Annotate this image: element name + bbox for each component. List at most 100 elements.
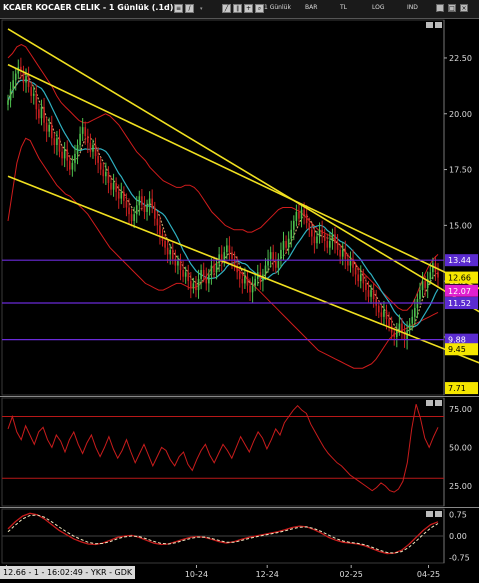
candle-body [117, 191, 120, 199]
candle-body [370, 290, 372, 297]
candle-body [339, 249, 341, 257]
candle-body [192, 283, 195, 288]
candle-body [159, 225, 161, 235]
candle-body [282, 240, 285, 250]
candle-body [226, 245, 228, 253]
candle-body [429, 272, 432, 279]
candle-body [53, 138, 56, 145]
candle-body [74, 153, 76, 163]
panel-settings-icon [426, 22, 433, 28]
candle-body [169, 249, 172, 255]
candle-body [419, 290, 421, 300]
candle-body [238, 272, 241, 279]
candle-body [133, 214, 135, 221]
osc-tick-label: 0.00 [449, 532, 467, 541]
osc-tick-label: 0.75 [449, 511, 467, 520]
candle-body [61, 151, 63, 159]
candle-body [311, 229, 313, 237]
candle-body [313, 236, 316, 244]
candle-body [298, 211, 300, 219]
candle-body [50, 124, 53, 139]
candle-body [14, 73, 17, 81]
candle-body [437, 272, 439, 278]
candle-body [102, 169, 105, 177]
candle-body [27, 75, 30, 87]
candle-body [97, 156, 99, 163]
candle-body [365, 283, 367, 291]
candle-body [105, 171, 107, 177]
panel-settings-icon [426, 511, 433, 517]
candle-body [244, 276, 246, 284]
candle-body [432, 263, 434, 273]
candle-body [151, 198, 153, 208]
candle-body [341, 249, 344, 257]
candle-body [208, 274, 210, 284]
candle-body [120, 191, 123, 199]
candle-body [215, 263, 218, 273]
candle-body [7, 100, 9, 105]
candle-body [32, 93, 35, 96]
chart-background [0, 19, 479, 564]
candle-body [372, 290, 375, 300]
candle-body [179, 261, 182, 270]
candle-body [43, 107, 45, 123]
candle-body [290, 229, 293, 239]
candle-body [285, 240, 287, 248]
status-bar: 12.66 - 1 - 16:02:49 - YKR - GDK [0, 566, 136, 579]
y-tick-label: 22.50 [449, 54, 472, 63]
price-tag-label: 12.07 [448, 287, 471, 296]
candle-body [354, 267, 357, 275]
rsi-tick-label: 50.00 [449, 443, 472, 452]
x-tick-label: 10-24 [185, 570, 208, 579]
candle-body [375, 299, 378, 306]
candle-body [182, 270, 184, 277]
candle-body [388, 319, 390, 326]
candle-body [35, 93, 38, 110]
candle-body [110, 182, 112, 190]
candle-body [305, 214, 308, 224]
candle-body [130, 214, 133, 221]
candle-body [344, 249, 347, 259]
candle-body [385, 310, 388, 320]
candle-body [99, 162, 102, 170]
price-tag-label: 13.44 [448, 256, 471, 265]
candle-body [398, 323, 401, 331]
candle-body [205, 276, 208, 284]
chart-canvas[interactable]: 22.5020.0017.5015.0012.5010.0013.4412.66… [0, 0, 479, 583]
candle-body [146, 205, 148, 212]
candle-body [326, 240, 329, 248]
candle-body [287, 238, 290, 248]
candle-body [195, 283, 197, 291]
candle-body [408, 323, 411, 331]
candle-body [380, 312, 383, 317]
rsi-tick-label: 25.00 [449, 482, 472, 491]
candle-body [123, 191, 125, 201]
rsi-tick-label: 75.00 [449, 405, 472, 414]
candle-body [112, 182, 115, 190]
candle-body [202, 270, 205, 277]
candle-body [38, 109, 40, 119]
candle-body [148, 198, 151, 206]
candle-body [251, 285, 254, 293]
candle-body [92, 145, 94, 152]
candle-body [25, 75, 27, 83]
candle-body [40, 107, 43, 119]
candle-body [89, 142, 92, 152]
candle-body [153, 207, 156, 219]
price-tag-label: 12.66 [448, 274, 471, 283]
candle-body [357, 274, 359, 282]
panel-settings-icon [426, 400, 433, 406]
candle-body [184, 272, 187, 277]
candle-body [200, 270, 202, 279]
candle-body [318, 229, 321, 237]
candle-body [9, 89, 12, 101]
candle-body [300, 209, 303, 219]
candle-body [362, 274, 365, 284]
candle-body [316, 236, 318, 244]
candle-body [87, 136, 89, 143]
candle-body [274, 261, 277, 268]
candle-body [190, 281, 192, 288]
candle-body [249, 285, 251, 293]
candle-body [135, 205, 138, 215]
candle-body [66, 149, 69, 161]
